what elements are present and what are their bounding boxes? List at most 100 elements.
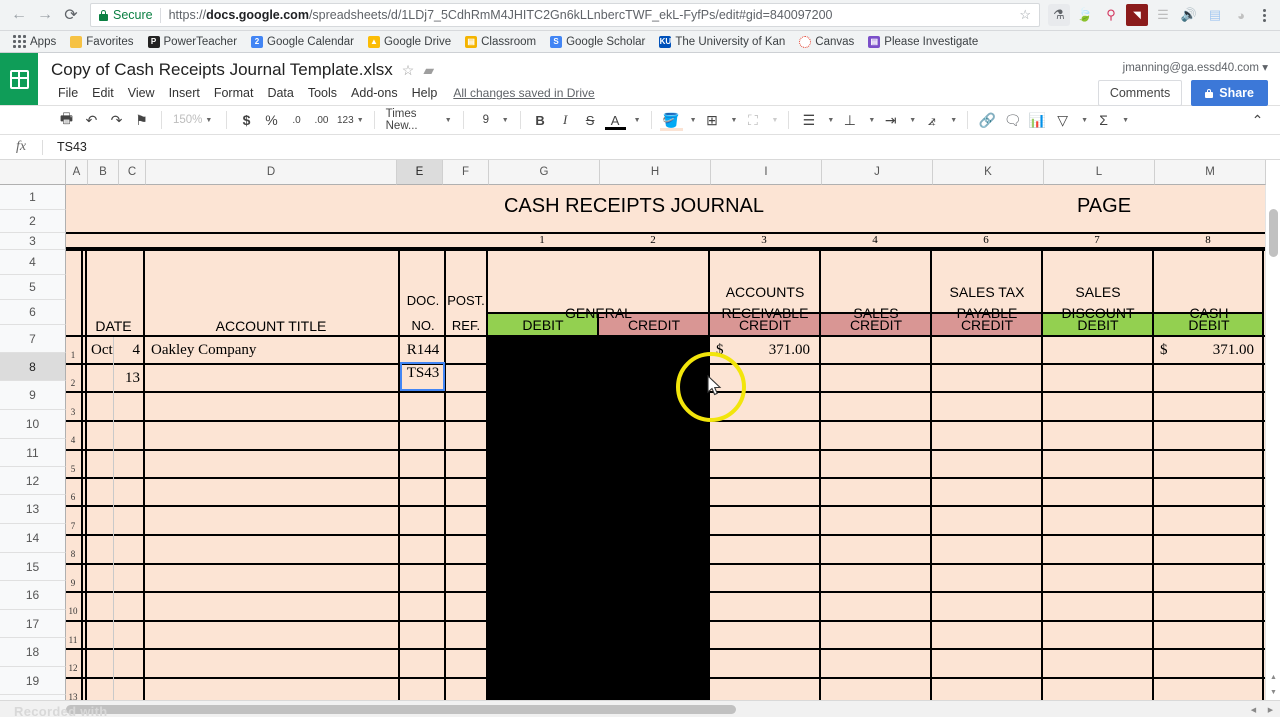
menu-data[interactable]: Data: [260, 84, 300, 102]
font-size-selector[interactable]: 9 ▼: [471, 114, 513, 126]
row-header-6[interactable]: 6: [0, 300, 66, 325]
extension-leaf-icon[interactable]: 🍃: [1074, 4, 1096, 26]
column-header-I[interactable]: I: [711, 160, 822, 185]
bookmark-google-scholar[interactable]: S Google Scholar: [543, 34, 652, 50]
text-rotation-icon[interactable]: ⦨: [919, 108, 944, 132]
insert-link-icon[interactable]: 🔗: [975, 108, 1000, 132]
column-header-L[interactable]: L: [1044, 160, 1155, 185]
row-header-17[interactable]: 17: [0, 610, 66, 638]
folder-icon[interactable]: ▰: [423, 62, 434, 79]
address-bar[interactable]: Secure https://docs.google.com/spreadshe…: [90, 3, 1040, 27]
text-wrapping-icon[interactable]: ⇥: [878, 108, 903, 132]
vertical-align-icon[interactable]: ⊥: [837, 108, 862, 132]
text-color-chevron-icon[interactable]: ▼: [628, 108, 644, 132]
entry-account-title[interactable]: Oakley Company: [151, 342, 256, 359]
menu-help[interactable]: Help: [405, 84, 445, 102]
column-header-B[interactable]: B: [88, 160, 119, 185]
currency-format-icon[interactable]: $: [234, 108, 259, 132]
vertical-scroll-thumb[interactable]: [1269, 209, 1278, 257]
star-icon[interactable]: ☆: [402, 62, 415, 79]
select-all-corner[interactable]: [0, 160, 66, 185]
menu-view[interactable]: View: [121, 84, 162, 102]
formula-input[interactable]: TS43: [43, 140, 1280, 154]
entry-month[interactable]: Oct: [91, 342, 113, 359]
chrome-menu-kebab-icon[interactable]: [1254, 8, 1274, 22]
row-header-12[interactable]: 12: [0, 467, 66, 495]
row-header-14[interactable]: 14: [0, 524, 66, 553]
extension-1-icon[interactable]: ⚗: [1048, 4, 1070, 26]
entry-doc-no[interactable]: R144: [401, 342, 445, 359]
bookmark-university-of-kansas[interactable]: KU The University of Kan: [652, 34, 792, 50]
column-header-J[interactable]: J: [822, 160, 933, 185]
bookmark-star-icon[interactable]: ☆: [1011, 7, 1031, 23]
save-status[interactable]: All changes saved in Drive: [453, 86, 594, 100]
entry-day[interactable]: 13: [116, 370, 140, 387]
decrease-decimal-icon[interactable]: .0: [284, 108, 309, 132]
share-button[interactable]: Share: [1191, 80, 1268, 106]
print-icon[interactable]: 🖶: [54, 108, 79, 132]
strikethrough-button[interactable]: S: [578, 108, 603, 132]
paint-format-icon[interactable]: ⚑: [129, 108, 154, 132]
scroll-down-icon[interactable]: ▼: [1266, 685, 1280, 700]
vertical-align-chevron-icon[interactable]: ▼: [862, 108, 878, 132]
selected-cell-E8[interactable]: [400, 362, 445, 391]
horizontal-align-icon[interactable]: ☰: [796, 108, 821, 132]
fill-color-chevron-icon[interactable]: ▼: [684, 108, 700, 132]
row-header-3[interactable]: 3: [0, 233, 66, 250]
bookmark-powerteacher[interactable]: P PowerTeacher: [141, 34, 245, 50]
filter-icon[interactable]: ▽: [1050, 108, 1075, 132]
menu-format[interactable]: Format: [207, 84, 261, 102]
functions-sigma-icon[interactable]: Σ: [1091, 108, 1116, 132]
document-title[interactable]: Copy of Cash Receipts Journal Template.x…: [51, 60, 393, 80]
fill-color-icon[interactable]: 🪣: [659, 108, 684, 132]
italic-button[interactable]: I: [553, 108, 578, 132]
forward-arrow-icon[interactable]: →: [32, 2, 58, 28]
bold-button[interactable]: B: [528, 108, 553, 132]
row-header-11[interactable]: 11: [0, 439, 66, 467]
row-header-13[interactable]: 13: [0, 495, 66, 524]
extension-chart-icon[interactable]: ◕: [1230, 4, 1252, 26]
redo-icon[interactable]: ↷: [104, 108, 129, 132]
text-color-button[interactable]: A: [603, 108, 628, 132]
merge-cells-chevron-icon[interactable]: ▼: [765, 108, 781, 132]
column-header-A[interactable]: A: [66, 160, 88, 185]
column-header-G[interactable]: G: [489, 160, 600, 185]
insert-comment-icon[interactable]: 🗨: [1000, 108, 1025, 132]
extension-gray-icon[interactable]: ☰: [1152, 4, 1174, 26]
increase-decimal-icon[interactable]: .00: [309, 108, 334, 132]
font-family-selector[interactable]: Times New... ▼: [382, 108, 456, 132]
comments-button[interactable]: Comments: [1097, 80, 1183, 106]
row-header-8[interactable]: 8: [0, 353, 66, 381]
horizontal-scrollbar[interactable]: ◀ ▶: [0, 700, 1280, 717]
scroll-up-icon[interactable]: ▲: [1266, 670, 1280, 685]
bookmark-google-drive[interactable]: ▲ Google Drive: [361, 34, 458, 50]
bookmark-please-investigate[interactable]: ▤ Please Investigate: [861, 34, 985, 50]
google-sheets-logo-icon[interactable]: [0, 53, 38, 105]
percent-format-icon[interactable]: %: [259, 108, 284, 132]
bookmark-favorites[interactable]: Favorites: [63, 34, 140, 50]
column-header-H[interactable]: H: [600, 160, 711, 185]
entry-cash-debit[interactable]: 371.00: [1154, 342, 1254, 359]
reload-icon[interactable]: ⟳: [58, 2, 84, 28]
row-header-9[interactable]: 9: [0, 381, 66, 410]
menu-tools[interactable]: Tools: [301, 84, 344, 102]
collapse-toolbar-icon[interactable]: ⌃: [1245, 108, 1270, 132]
zoom-selector[interactable]: 150% ▼: [169, 114, 219, 126]
row-header-1[interactable]: 1: [0, 185, 66, 210]
filter-chevron-icon[interactable]: ▼: [1075, 108, 1091, 132]
row-header-10[interactable]: 10: [0, 410, 66, 439]
account-switcher[interactable]: jmanning@ga.essd40.com ▾: [1098, 60, 1268, 74]
more-formats-button[interactable]: 123 ▼: [334, 108, 367, 132]
bookmark-google-calendar[interactable]: 2 Google Calendar: [244, 34, 361, 50]
menu-add-ons[interactable]: Add-ons: [344, 84, 405, 102]
row-header-5[interactable]: 5: [0, 275, 66, 300]
horizontal-scroll-thumb[interactable]: [66, 705, 736, 714]
extension-document-icon[interactable]: ▤: [1204, 4, 1226, 26]
row-header-19[interactable]: 19: [0, 667, 66, 695]
menu-edit[interactable]: Edit: [85, 84, 121, 102]
extension-thermometer-icon[interactable]: ⚲: [1100, 4, 1122, 26]
row-header-2[interactable]: 2: [0, 210, 66, 233]
row-header-18[interactable]: 18: [0, 638, 66, 667]
insert-chart-icon[interactable]: 📊: [1025, 108, 1050, 132]
menu-insert[interactable]: Insert: [162, 84, 207, 102]
